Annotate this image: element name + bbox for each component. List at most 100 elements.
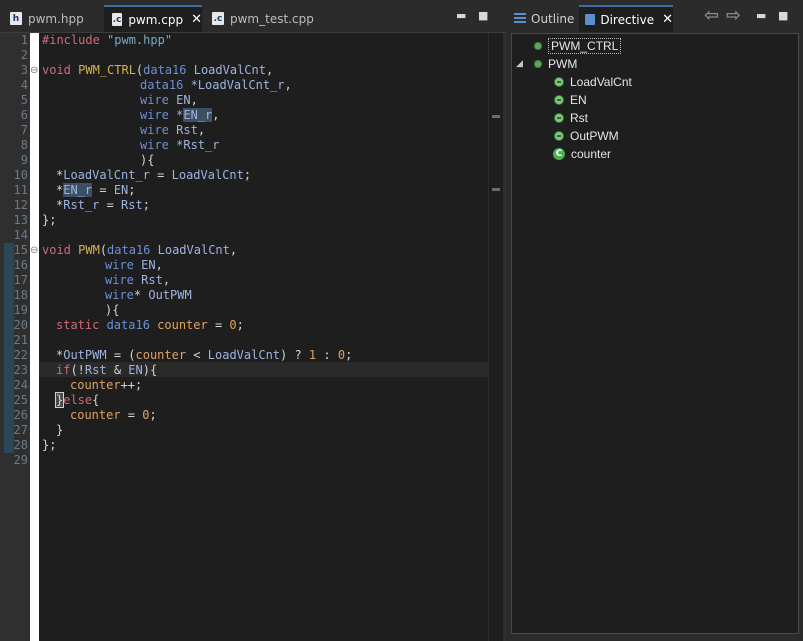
code-line-27: } — [56, 423, 64, 437]
function-dot-icon — [534, 42, 542, 50]
code-line-25: }else{ — [54, 392, 100, 408]
line-number: 27 — [13, 423, 28, 437]
port-icon — [554, 77, 564, 87]
fold-collapse-icon[interactable]: ⊖ — [30, 243, 38, 258]
tree-item-label: PWM_CTRL — [548, 38, 622, 54]
annotation-ruler — [30, 33, 39, 641]
back-arrow-icon[interactable]: ⇦ — [704, 5, 719, 26]
tab-label: pwm_test.cpp — [230, 11, 314, 26]
minimize-icon[interactable]: ▬ — [756, 9, 766, 22]
overview-marker[interactable] — [492, 115, 500, 118]
h-file-icon: h — [10, 12, 22, 25]
tab-directive[interactable]: Directive ✕ — [579, 5, 673, 32]
code-line-3: void PWM_CTRL(data16 LoadValCnt, — [42, 63, 274, 77]
line-number: 11 — [13, 183, 28, 197]
tree-item-outpwm[interactable]: OutPWM — [554, 128, 619, 144]
tree-item-counter[interactable]: C counter — [553, 146, 611, 162]
code-line-18: wire* OutPWM — [105, 288, 192, 302]
code-line-9: ){ — [140, 153, 155, 167]
code-line-17: wire Rst, — [105, 273, 171, 287]
line-number: 17 — [13, 273, 28, 287]
code-line-15: void PWM(data16 LoadValCnt, — [42, 243, 238, 257]
minimize-icon[interactable]: ▬ — [456, 9, 466, 22]
code-line-11: *EN_r = EN; — [56, 183, 136, 197]
tree-item-label: Rst — [570, 111, 588, 125]
close-icon[interactable]: ✕ — [662, 12, 673, 27]
tree-item-loadvalcnt[interactable]: LoadValCnt — [554, 74, 632, 90]
code-line-10: *LoadValCnt_r = LoadValCnt; — [56, 168, 252, 182]
directive-tree[interactable]: PWM_CTRL ◢ PWM LoadValCnt EN Rst OutPWM … — [511, 33, 799, 634]
tree-item-pwm-ctrl[interactable]: PWM_CTRL — [534, 38, 622, 54]
code-line-6: wire *EN_r, — [140, 108, 220, 122]
line-number: 29 — [13, 453, 28, 467]
c-file-icon: .c — [212, 12, 224, 25]
line-number: 28 — [13, 438, 28, 452]
line-number: 16 — [13, 258, 28, 272]
editor-tab-bar: h pwm.hpp .c pwm.cpp ✕ .c pwm_test.cpp ▬… — [0, 0, 506, 33]
code-line-20: static data16 counter = 0; — [56, 318, 244, 332]
directive-panel: Outline Directive ✕ ⇦ ⇨ ▬ ■ PWM_CTRL ◢ P… — [506, 0, 803, 641]
code-line-13: }; — [42, 213, 57, 227]
tree-item-label: counter — [571, 147, 612, 161]
expand-toggle-icon[interactable]: ◢ — [516, 59, 523, 69]
line-number: 10 — [13, 168, 28, 182]
close-icon[interactable]: ✕ — [191, 12, 202, 27]
line-number: 9 — [20, 153, 28, 167]
line-number: 13 — [13, 213, 28, 227]
tab-outline[interactable]: Outline — [508, 5, 578, 32]
code-line-4: data16 *LoadValCnt_r, — [140, 78, 292, 92]
tree-item-label: EN — [570, 93, 587, 107]
code-line-7: wire Rst, — [140, 123, 206, 137]
directive-icon — [585, 14, 596, 25]
line-number: 5 — [20, 93, 28, 107]
code-line-5: wire EN, — [140, 93, 198, 107]
code-line-22: *OutPWM = (counter < LoadValCnt) ? 1 : 0… — [56, 348, 353, 362]
line-number: 6 — [20, 108, 28, 122]
line-number: 23 — [13, 363, 28, 377]
overview-marker[interactable] — [492, 188, 500, 191]
line-number: 4 — [20, 78, 28, 92]
tree-item-rst[interactable]: Rst — [554, 110, 588, 126]
tree-item-label: OutPWM — [570, 129, 619, 143]
line-number: 24 — [13, 378, 28, 392]
tab-label: pwm.cpp — [128, 12, 184, 27]
line-number: 18 — [13, 288, 28, 302]
code-line-23: if(!Rst & EN){ — [56, 363, 158, 377]
tab-label: Outline — [531, 11, 575, 26]
editor-panel: h pwm.hpp .c pwm.cpp ✕ .c pwm_test.cpp ▬… — [0, 0, 506, 641]
line-number: 14 — [13, 228, 28, 242]
tab-label: Directive — [600, 12, 655, 27]
line-number: 19 — [13, 303, 28, 317]
overview-ruler[interactable] — [488, 33, 503, 641]
code-line-19: ){ — [105, 303, 120, 317]
line-number: 15 — [13, 243, 28, 257]
port-icon — [554, 131, 564, 141]
c-variable-icon: C — [553, 148, 565, 160]
line-number: 22 — [13, 348, 28, 362]
tree-item-en[interactable]: EN — [554, 92, 587, 108]
line-number: 1 — [20, 33, 28, 47]
port-icon — [554, 113, 564, 123]
code-line-24: counter++; — [70, 378, 143, 392]
code-area[interactable] — [39, 33, 488, 641]
tree-item-label: LoadValCnt — [570, 75, 632, 89]
maximize-icon[interactable]: ■ — [478, 9, 488, 22]
code-line-16: wire EN, — [105, 258, 163, 272]
line-number: 12 — [13, 198, 28, 212]
line-number: 20 — [13, 318, 28, 332]
c-file-icon: .c — [112, 13, 123, 26]
line-number: 21 — [13, 333, 28, 347]
fold-collapse-icon[interactable]: ⊖ — [30, 63, 38, 78]
tab-pwm-hpp[interactable]: h pwm.hpp — [2, 5, 102, 32]
tab-label: pwm.hpp — [28, 11, 84, 26]
outline-icon — [514, 13, 526, 24]
tab-pwm-cpp[interactable]: .c pwm.cpp ✕ — [104, 5, 202, 32]
code-line-28: }; — [42, 438, 57, 452]
maximize-icon[interactable]: ■ — [778, 9, 788, 22]
forward-arrow-icon[interactable]: ⇨ — [726, 5, 741, 26]
line-number: 25 — [13, 393, 28, 407]
tab-pwm-test-cpp[interactable]: .c pwm_test.cpp — [204, 5, 314, 32]
tree-item-pwm[interactable]: PWM — [534, 56, 577, 72]
code-line-8: wire *Rst_r — [140, 138, 220, 152]
line-number: 3 — [20, 63, 28, 77]
